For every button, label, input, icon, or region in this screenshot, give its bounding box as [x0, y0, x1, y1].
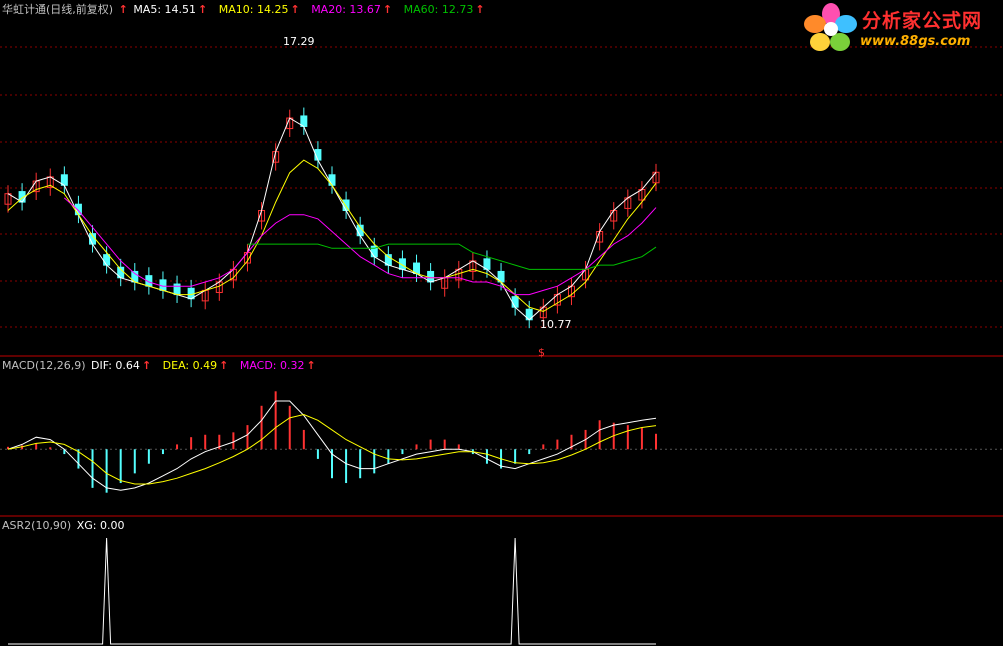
logo-url[interactable]: www.88gs.com — [860, 34, 970, 49]
ma-line-ma60 — [247, 243, 657, 270]
ma-line-ma5 — [7, 117, 657, 321]
xg-value: XG: 0.00 — [76, 519, 125, 532]
price-legend: 华虹计通(日线,前复权) ↑ MA5: 14.51 ↑ MA10: 14.25 ↑ … — [2, 1, 487, 17]
candle-body — [511, 296, 519, 308]
candle-body — [173, 283, 181, 296]
logo-title[interactable]: 分析家公式网 — [862, 6, 982, 33]
macd-name: MACD(12,26,9) — [2, 359, 86, 372]
candle-body — [103, 254, 111, 266]
up-arrow-icon: ↑ — [219, 359, 229, 372]
up-arrow-icon: ↑ — [306, 359, 316, 372]
flower-icon — [804, 3, 857, 51]
macd-value: MACD: 0.32 — [239, 359, 305, 372]
xg-signal-line — [8, 537, 656, 645]
up-arrow-icon: ↑ — [118, 3, 128, 16]
dea-value: DEA: 0.49 — [162, 359, 218, 372]
ma60-value: MA60: 12.73 — [403, 3, 474, 16]
signal-label: $ — [538, 346, 545, 359]
candle-body — [328, 174, 336, 186]
high-price-label: 17.29 — [283, 35, 315, 48]
up-arrow-icon: ↑ — [475, 3, 485, 16]
stock-name: 华虹计通(日线,前复权) — [2, 3, 114, 16]
ma20-value: MA20: 13.67 — [311, 3, 381, 16]
up-arrow-icon: ↑ — [382, 3, 393, 16]
up-arrow-icon: ↑ — [141, 359, 152, 372]
ma10-value: MA10: 14.25 — [218, 3, 289, 16]
low-price-label: 10.77 — [540, 318, 572, 331]
stock-chart: 17.29 10.77 $ — [0, 35, 1003, 645]
ma-line-ma20 — [63, 197, 657, 296]
up-arrow-icon: ↑ — [290, 3, 300, 16]
up-arrow-icon: ↑ — [198, 3, 208, 16]
ma5-value: MA5: 14.51 — [133, 3, 197, 16]
asr2-name: ASR2(10,90) — [2, 519, 72, 532]
asr2-legend: ASR2(10,90) XG: 0.00 — [2, 519, 127, 532]
dif-value: DIF: 0.64 — [91, 359, 140, 372]
macd-legend: MACD(12,26,9) DIF: 0.64 ↑ DEA: 0.49 ↑ MACD… — [2, 359, 318, 372]
